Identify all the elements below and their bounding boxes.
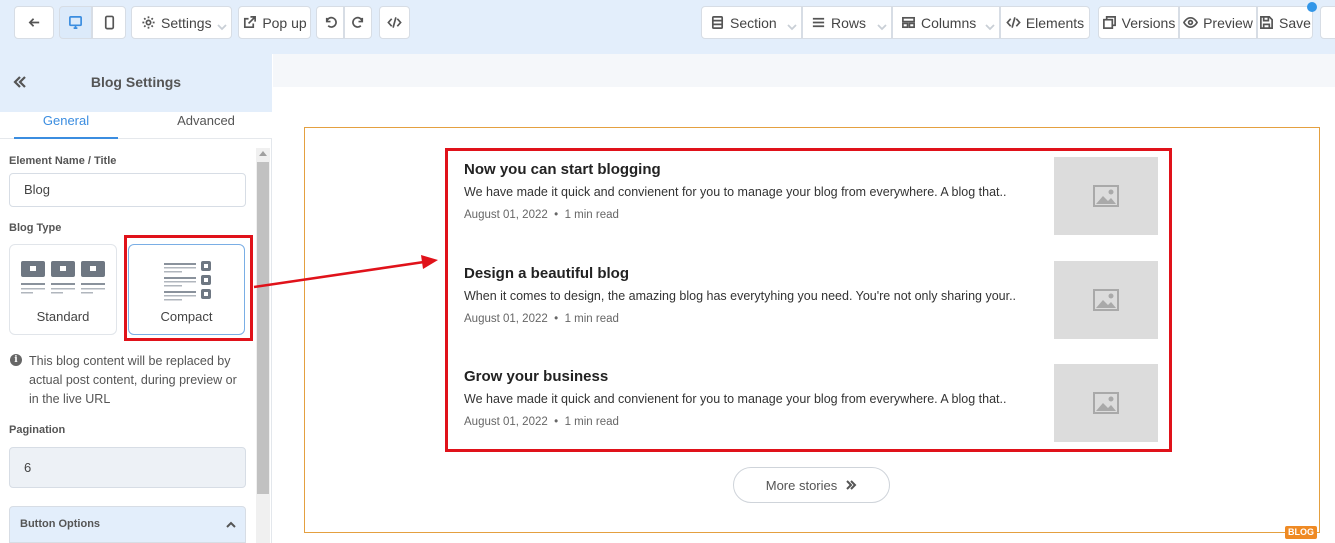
info-text: This blog content will be replaced by ac… bbox=[29, 354, 237, 406]
save-icon bbox=[1260, 16, 1273, 29]
desktop-icon bbox=[69, 16, 82, 29]
code-button[interactable] bbox=[379, 6, 410, 39]
blog-type-standard-label: Standard bbox=[36, 309, 90, 324]
more-stories-label: More stories bbox=[765, 477, 838, 493]
sidebar-title: Blog Settings bbox=[90, 74, 182, 90]
sidebar-tabs: General Advanced bbox=[0, 112, 272, 139]
canvas-top-strip bbox=[273, 54, 1335, 87]
chevron-down-icon bbox=[877, 19, 887, 31]
desktop-view-button[interactable] bbox=[59, 6, 92, 39]
blog-type-label: Blog Type bbox=[9, 222, 62, 234]
back-button[interactable] bbox=[14, 6, 54, 39]
pagination-label: Pagination bbox=[9, 424, 66, 436]
compact-highlight-box bbox=[124, 235, 253, 341]
post-meta: August 01, 2022 • 1 min read bbox=[464, 313, 619, 325]
settings-button[interactable]: Settings bbox=[131, 6, 232, 39]
post-read-time: 1 min read bbox=[564, 416, 619, 428]
settings-sidebar: Blog Settings General Advanced Element N… bbox=[0, 54, 272, 543]
popup-label: Pop up bbox=[262, 14, 307, 31]
versions-icon bbox=[1102, 16, 1116, 29]
button-options-label: Button Options bbox=[20, 518, 101, 530]
external-link-icon bbox=[244, 16, 257, 29]
post-thumbnail[interactable] bbox=[1054, 157, 1158, 235]
arrow-left-icon bbox=[28, 18, 39, 27]
columns-label: Columns bbox=[921, 14, 977, 31]
gear-icon bbox=[142, 16, 155, 29]
save-button[interactable]: Save bbox=[1257, 6, 1313, 39]
rows-button[interactable]: Rows bbox=[802, 6, 892, 39]
element-name-label: Element Name / Title bbox=[9, 155, 117, 167]
post-title[interactable]: Design a beautiful blog bbox=[464, 265, 629, 282]
post-thumbnail[interactable] bbox=[1054, 364, 1158, 442]
blog-element-tag[interactable]: BLOG bbox=[1285, 526, 1317, 539]
mobile-view-button[interactable] bbox=[92, 6, 126, 39]
image-placeholder-icon bbox=[1093, 392, 1119, 414]
preview-label: Preview bbox=[1203, 14, 1253, 31]
save-label: Save bbox=[1279, 14, 1311, 31]
standard-layout-icon bbox=[21, 261, 105, 294]
section-icon bbox=[711, 16, 724, 29]
post-excerpt: We have made it quick and convienent for… bbox=[464, 185, 1007, 199]
mobile-icon bbox=[104, 15, 114, 30]
post-date: August 01, 2022 bbox=[464, 416, 548, 428]
scroll-up-arrow-icon[interactable] bbox=[259, 151, 267, 156]
preview-button[interactable]: Preview bbox=[1179, 6, 1257, 39]
rows-icon bbox=[812, 17, 825, 28]
popup-button[interactable]: Pop up bbox=[238, 6, 311, 39]
pagination-field[interactable]: 6 bbox=[9, 447, 246, 488]
post-meta: August 01, 2022 • 1 min read bbox=[464, 209, 619, 221]
post-title[interactable]: Now you can start blogging bbox=[464, 161, 661, 178]
top-toolbar: Settings Pop up Section Rows Columns Ele… bbox=[0, 0, 1335, 54]
redo-icon bbox=[351, 16, 363, 28]
double-chevron-right-icon bbox=[846, 480, 857, 490]
post-read-time: 1 min read bbox=[564, 313, 619, 325]
tab-general[interactable]: General bbox=[14, 113, 118, 139]
post-excerpt: When it comes to design, the amazing blo… bbox=[464, 289, 1017, 303]
chevron-down-icon bbox=[787, 19, 797, 31]
post-thumbnail[interactable] bbox=[1054, 261, 1158, 339]
button-options-header[interactable]: Button Options bbox=[9, 506, 246, 543]
versions-label: Versions bbox=[1121, 14, 1176, 31]
versions-button[interactable]: Versions bbox=[1098, 6, 1179, 39]
section-label: Section bbox=[730, 14, 777, 31]
code-icon bbox=[1006, 17, 1021, 28]
chevron-down-icon bbox=[985, 19, 995, 31]
image-placeholder-icon bbox=[1093, 289, 1119, 311]
tab-advanced[interactable]: Advanced bbox=[154, 113, 258, 139]
eye-icon bbox=[1183, 16, 1199, 29]
post-meta: August 01, 2022 • 1 min read bbox=[464, 416, 619, 428]
redo-button[interactable] bbox=[344, 6, 372, 39]
more-stories-button[interactable]: More stories bbox=[733, 467, 890, 503]
chevron-down-icon bbox=[217, 19, 227, 31]
columns-button[interactable]: Columns bbox=[892, 6, 1000, 39]
notification-dot bbox=[1307, 2, 1317, 12]
settings-label: Settings bbox=[161, 14, 212, 31]
section-button[interactable]: Section bbox=[701, 6, 802, 39]
post-date: August 01, 2022 bbox=[464, 209, 548, 221]
elements-label: Elements bbox=[1025, 14, 1085, 31]
rows-label: Rows bbox=[831, 14, 867, 31]
image-placeholder-icon bbox=[1093, 185, 1119, 207]
info-icon: i bbox=[10, 354, 22, 366]
post-date: August 01, 2022 bbox=[464, 313, 548, 325]
post-read-time: 1 min read bbox=[564, 209, 619, 221]
code-icon bbox=[387, 17, 402, 28]
sidebar-scrollbar[interactable] bbox=[256, 148, 270, 543]
post-title[interactable]: Grow your business bbox=[464, 368, 608, 385]
more-menu-button[interactable] bbox=[1320, 6, 1335, 39]
scrollbar-thumb[interactable] bbox=[257, 162, 269, 494]
element-name-field[interactable]: Blog bbox=[9, 173, 246, 207]
columns-icon bbox=[902, 16, 915, 29]
sidebar-header: Blog Settings bbox=[0, 54, 272, 112]
undo-icon bbox=[325, 16, 337, 28]
blog-type-standard[interactable]: Standard bbox=[9, 244, 117, 335]
chevron-up-icon bbox=[226, 521, 236, 528]
elements-button[interactable]: Elements bbox=[1000, 6, 1090, 39]
post-excerpt: We have made it quick and convienent for… bbox=[464, 392, 1007, 406]
undo-button[interactable] bbox=[316, 6, 344, 39]
